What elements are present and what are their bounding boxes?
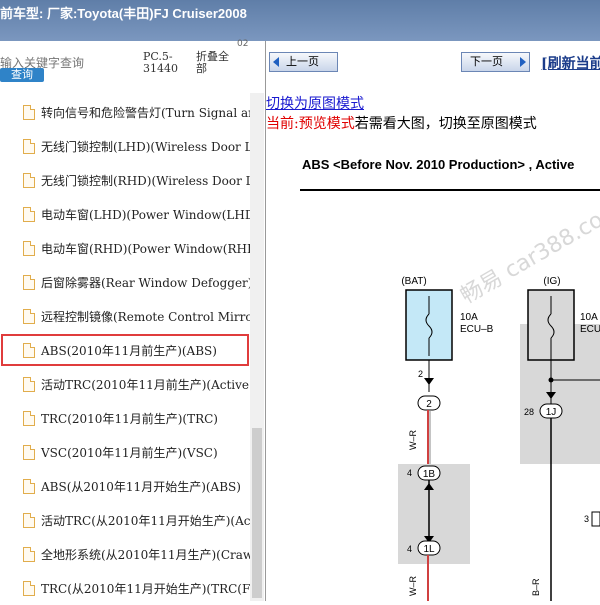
arrow-left-icon [273,57,279,67]
sidebar: 查询 PC.5-31440 折叠全部 02 转向信号和危险警告灯(Turn Si… [0,41,266,601]
tree-item-label: 活动TRC(从2010年11月开始生产)(Ac [41,512,250,529]
bat-label: (BAT) [401,276,426,287]
document-icon [23,547,35,562]
tree-item[interactable]: 电动车窗(RHD)(Power Window(RHD)) [0,231,250,265]
watermark: 畅易 car388.com CY2025 [457,151,600,309]
tree-item[interactable]: 转向信号和危险警告灯(Turn Signal and [0,95,250,129]
tree-item-label: 电动车窗(LHD)(Power Window(LHD)) [41,206,250,223]
pin-2: 2 [418,369,423,379]
mode-prefix: 当前:预览模式 [266,116,355,132]
tree-item-label: 后窗除雾器(Rear Window Defogger) [41,274,250,291]
tree-list: 转向信号和危险警告灯(Turn Signal and 无线门锁控制(LHD)(Wi… [0,95,250,605]
fuse1-amp: 10A [460,312,478,323]
tree-item-label: 全地形系统(从2010年11月生产)(Craw [41,546,250,563]
scrollbar-thumb[interactable] [252,428,262,598]
wire-br-label: B–R [531,578,541,596]
pin-3: 3 [584,514,589,524]
tree-item-label: 活动TRC(2010年11月前生产)(Active [41,376,249,393]
collapse-all-button[interactable]: 折叠全部 [196,51,234,75]
wiring-diagram: ABS <Before Nov. 2010 Production> , Acti… [266,134,600,601]
fuse1-name: ECU–B [460,324,494,335]
tree-item-label: TRC(2010年11月前生产)(TRC) [41,410,218,427]
document-icon [23,173,35,188]
document-icon [23,343,35,358]
fuse2-amp: 10A [580,312,598,323]
pin-4b: 4 [407,544,412,554]
tree-item[interactable]: 无线门锁控制(RHD)(Wireless Door Lock [0,163,250,197]
tree-item[interactable]: VSC(2010年11月前生产)(VSC) [0,435,250,469]
wire-wr-bottom-label: W–R [408,576,418,597]
connector-3 [592,512,600,526]
document-icon [23,241,35,256]
fuse2-name: ECU [580,324,600,335]
connector-1l-label: 1L [423,544,435,555]
next-page-button[interactable]: 下一页 [461,52,530,72]
tree-item[interactable]: TRC(从2010年11月开始生产)(TRC(F [0,571,250,605]
connector-1b-label: 1B [423,469,436,480]
pin-4a: 4 [407,468,412,478]
next-page-label: 下一页 [470,53,503,71]
arrow-right-icon [520,57,526,67]
search-button[interactable]: 查询 [0,68,44,82]
search-row: 查询 PC.5-31440 折叠全部 02 [0,41,265,93]
document-icon [23,411,35,426]
document-icon [23,207,35,222]
version-label: 02 [237,39,248,49]
tree-item-label: VSC(2010年11月前生产)(VSC) [41,444,218,461]
tree-item-label: 远程控制镜像(Remote Control Mirror [41,308,250,325]
tree-item[interactable]: 电动车窗(LHD)(Power Window(LHD)) [0,197,250,231]
document-icon [23,105,35,120]
tree-item-label: 电动车窗(RHD)(Power Window(RHD)) [41,240,250,257]
document-icon [23,581,35,596]
document-icon [23,479,35,494]
document-icon [23,445,35,460]
pin-28: 28 [524,407,534,417]
ig-label: (IG) [543,276,560,287]
switch-original-link[interactable]: 切换为原图模式 [266,93,364,113]
mode-text: 若需看大图，切换至原图模式 [355,116,537,132]
document-icon [23,513,35,528]
prev-page-label: 上一页 [286,53,319,71]
tree-item-label: ABS(2010年11月前生产)(ABS) [41,342,217,359]
app-header: 前车型: 厂家:Toyota(丰田)FJ Cruiser2008 [0,0,600,41]
tree-item[interactable]: 远程控制镜像(Remote Control Mirror [0,299,250,333]
tree-item-label: ABS(从2010年11月开始生产)(ABS) [41,478,241,495]
wire-wr-label: W–R [408,430,418,451]
tree-item-label: 转向信号和危险警告灯(Turn Signal and [41,104,250,121]
tree-item-label: 无线门锁控制(RHD)(Wireless Door Lock [41,172,250,189]
tree-item[interactable]: 活动TRC(2010年11月前生产)(Active [0,367,250,401]
tree-item[interactable]: 无线门锁控制(LHD)(Wireless Door Lock [0,129,250,163]
tree-item[interactable]: 全地形系统(从2010年11月生产)(Craw [0,537,250,571]
vehicle-title: 前车型: 厂家:Toyota(丰田)FJ Cruiser2008 [0,3,247,22]
connector-2-label: 2 [426,399,432,410]
connector-1j-label: 1J [546,407,557,418]
document-icon [23,275,35,290]
connector-arrow-1 [424,378,434,385]
mode-status: 当前:预览模式若需看大图，切换至原图模式 [266,113,537,133]
prev-page-button[interactable]: 上一页 [269,52,338,72]
viewer-pane: 上一页 下一页 [刷新当前 切换为原图模式 当前:预览模式若需看大图，切换至原图… [266,41,600,601]
tree-item-label: TRC(从2010年11月开始生产)(TRC(F [41,580,250,597]
viewer-toolbar: 上一页 下一页 [刷新当前 [266,41,600,83]
document-icon [23,139,35,154]
tree-item[interactable]: ABS(2010年11月前生产)(ABS) [0,333,250,367]
document-icon [23,309,35,324]
document-icon [23,377,35,392]
sidebar-scrollbar[interactable] [250,93,264,601]
tree-item[interactable]: TRC(2010年11月前生产)(TRC) [0,401,250,435]
refresh-link[interactable]: [刷新当前 [541,53,600,73]
tree-item[interactable]: 后窗除雾器(Rear Window Defogger) [0,265,250,299]
code-label: PC.5-31440 [143,51,183,75]
tree-item-label: 无线门锁控制(LHD)(Wireless Door Lock [41,138,250,155]
tree-item[interactable]: ABS(从2010年11月开始生产)(ABS) [0,469,250,503]
diagram-title: ABS <Before Nov. 2010 Production> , Acti… [302,157,574,172]
tree-item[interactable]: 活动TRC(从2010年11月开始生产)(Ac [0,503,250,537]
